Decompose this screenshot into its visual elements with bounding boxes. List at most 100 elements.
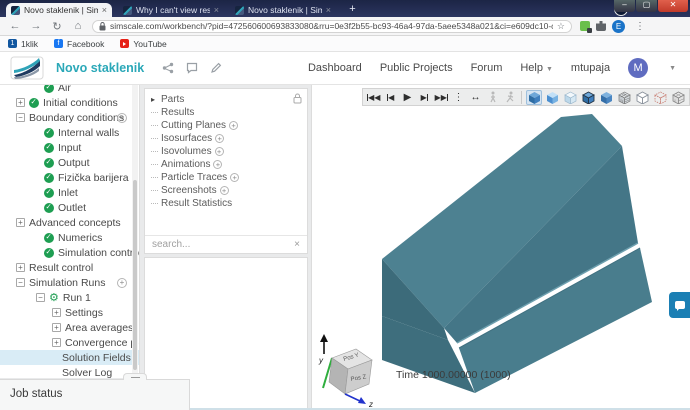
render-mode-solid-flat-button[interactable]	[598, 90, 614, 105]
add-isovolume-icon[interactable]	[214, 147, 224, 156]
skip-to-last-frame-button[interactable]: ▶▶	[434, 90, 449, 105]
sim-tree-item-simulation-runs[interactable]: Simulation Runs	[0, 275, 139, 290]
orientation-cube[interactable]: y Pos Y Pos Z z	[314, 330, 386, 408]
address-bar[interactable]: simscale.com/workbench/?pid=472560600693…	[92, 19, 572, 33]
sim-tree-item-solution-fields[interactable]: Solution Fields	[0, 350, 139, 365]
render-mode-mesh-button[interactable]	[616, 90, 632, 105]
chevron-down-icon[interactable]: ▼	[669, 65, 676, 72]
close-tab-icon[interactable]: ×	[214, 5, 219, 15]
post-tree-item-results[interactable]: Results	[151, 106, 303, 119]
search-input[interactable]: search...	[152, 239, 294, 250]
browser-profile-avatar[interactable]: E	[612, 19, 625, 33]
fit-view-button[interactable]: ↔	[468, 90, 483, 105]
post-tree-item-result-statistics[interactable]: Result Statistics	[151, 197, 303, 210]
next-frame-button[interactable]: ▶	[417, 90, 432, 105]
sim-tree-item-numerics[interactable]: Numerics	[0, 230, 139, 245]
sim-tree-item-area-averages[interactable]: Area averages	[0, 320, 139, 335]
collapse-icon[interactable]	[16, 278, 25, 287]
home-icon[interactable]: ⌂	[72, 20, 84, 32]
render-mode-wireframe-button[interactable]	[634, 90, 650, 105]
bookmark-1klik[interactable]: 1 1klik	[8, 39, 38, 49]
post-tree-item-animations[interactable]: Animations	[151, 158, 303, 171]
post-tree-item-particle-traces[interactable]: Particle Traces	[151, 171, 303, 184]
tab-novo-staklenik-2[interactable]: Novo staklenik | SimScale Workb ×	[230, 3, 336, 17]
play-button[interactable]: ▶	[400, 90, 415, 105]
close-tab-icon[interactable]: ×	[326, 5, 331, 15]
bookmark-star-icon[interactable]: ☆	[557, 21, 565, 32]
add-boundary-condition-icon[interactable]	[117, 112, 127, 123]
close-tab-icon[interactable]: ×	[102, 5, 107, 15]
add-cutting-plane-icon[interactable]	[229, 121, 239, 130]
username[interactable]: mtupaja	[571, 62, 610, 74]
expand-icon[interactable]	[52, 323, 61, 332]
sim-tree-item-result-control[interactable]: Result control	[0, 260, 139, 275]
nav-forum[interactable]: Forum	[471, 62, 503, 74]
more-options-icon[interactable]: ⋮	[451, 90, 466, 105]
sim-tree-item-advanced-concepts[interactable]: Advanced concepts	[0, 215, 139, 230]
sim-tree-item-outlet[interactable]: Outlet	[0, 200, 139, 215]
close-window-button[interactable]: ✕	[658, 0, 688, 12]
sim-tree-item-output[interactable]: Output	[0, 155, 139, 170]
render-mode-hidden-wireframe-button[interactable]	[652, 90, 668, 105]
browser-menu-icon[interactable]: ⋮	[635, 21, 645, 32]
job-status-collapse-handle[interactable]	[123, 373, 147, 380]
add-screenshot-icon[interactable]	[219, 186, 229, 195]
sim-tree-scrollbar[interactable]	[132, 85, 138, 378]
sim-tree-item-initial-conditions[interactable]: Initial conditions	[0, 95, 139, 110]
walkthrough-button[interactable]	[485, 90, 500, 105]
sim-tree-item-internal-walls[interactable]: Internal walls	[0, 125, 139, 140]
previous-frame-button[interactable]: ◀	[383, 90, 398, 105]
share-icon[interactable]	[162, 62, 174, 74]
tab-novo-staklenik-1[interactable]: Novo staklenik | SimScale Workb ×	[6, 3, 112, 17]
bookmark-youtube[interactable]: YouTube	[120, 39, 167, 49]
bookmark-facebook[interactable]: f Facebook	[54, 39, 104, 49]
3d-viewport[interactable]: ◀◀ ◀ ▶ ▶ ▶▶ ⋮ ↔ y Pos Y Pos Z z Time 100…	[311, 85, 690, 410]
run-through-button[interactable]	[502, 90, 517, 105]
forward-icon[interactable]: →	[30, 20, 42, 32]
search-bar[interactable]: search... ×	[145, 235, 307, 253]
expand-icon[interactable]	[16, 218, 25, 227]
render-mode-surface-mesh-button[interactable]	[670, 90, 686, 105]
expand-icon[interactable]	[52, 338, 61, 347]
clear-search-icon[interactable]: ×	[294, 239, 300, 250]
post-tree-item-screenshots[interactable]: Screenshots	[151, 184, 303, 197]
scrollbar-thumb[interactable]	[133, 180, 137, 370]
user-avatar[interactable]: M	[628, 58, 649, 78]
sim-tree-item-solver-log[interactable]: Solver Log	[0, 365, 139, 379]
add-isosurface-icon[interactable]	[215, 134, 225, 143]
tab-forum-post[interactable]: Why I can't view results in post p ×	[118, 3, 224, 17]
minimize-button[interactable]: –	[614, 0, 635, 12]
expand-icon[interactable]	[16, 263, 25, 272]
sim-tree-item-convergence-plots[interactable]: Convergence plots	[0, 335, 139, 350]
collapse-icon[interactable]	[36, 293, 45, 302]
post-tree-item-isosurfaces[interactable]: Isosurfaces	[151, 132, 303, 145]
sim-tree-item-inlet[interactable]: Inlet	[0, 185, 139, 200]
sim-tree-item-run-1[interactable]: ⚙ Run 1	[0, 290, 139, 305]
post-tree-item-isovolumes[interactable]: Isovolumes	[151, 145, 303, 158]
add-particle-trace-icon[interactable]	[230, 173, 240, 182]
expand-icon[interactable]	[52, 308, 61, 317]
expand-icon[interactable]	[16, 98, 25, 107]
comment-icon[interactable]	[186, 62, 198, 74]
post-tree-item-cutting-planes[interactable]: Cutting Planes	[151, 119, 303, 132]
expand-caret-icon[interactable]: ▸	[151, 95, 158, 104]
render-mode-translucent-button[interactable]	[562, 90, 578, 105]
edit-pencil-icon[interactable]	[210, 62, 222, 74]
add-run-icon[interactable]	[117, 277, 127, 288]
new-tab-button[interactable]: +	[346, 3, 359, 16]
nav-dashboard[interactable]: Dashboard	[308, 62, 362, 74]
nav-help[interactable]: Help ▼	[520, 62, 553, 74]
job-status-panel[interactable]: Job status	[0, 373, 190, 410]
sim-tree-item-fizicka-barijera[interactable]: Fizička barijera	[0, 170, 139, 185]
post-tree-item-parts[interactable]: ▸ Parts	[151, 93, 303, 106]
reload-icon[interactable]: ↻	[51, 20, 63, 33]
sim-tree-item-input[interactable]: Input	[0, 140, 139, 155]
collapse-icon[interactable]	[16, 113, 25, 122]
sim-tree-item-simulation-control[interactable]: Simulation control	[0, 245, 139, 260]
sim-tree-item-boundary-conditions[interactable]: Boundary conditions	[0, 110, 139, 125]
extensions-puzzle-icon[interactable]	[596, 21, 606, 31]
chat-button[interactable]	[669, 292, 690, 318]
render-mode-solid-button[interactable]	[526, 89, 542, 105]
nav-public-projects[interactable]: Public Projects	[380, 62, 453, 74]
back-icon[interactable]: ←	[9, 20, 21, 32]
